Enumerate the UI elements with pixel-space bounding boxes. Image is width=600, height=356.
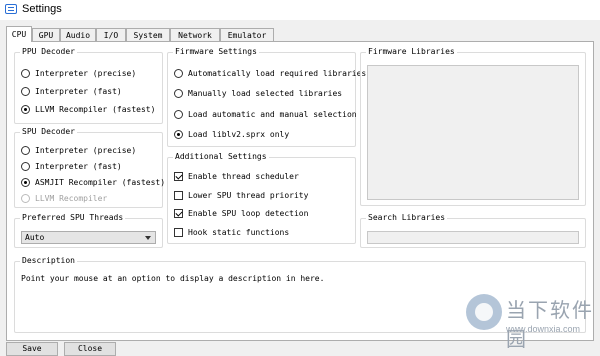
tab-network[interactable]: Network [170,28,220,41]
tab-gpu[interactable]: GPU [32,28,60,41]
spu-threads-group: Preferred SPU Threads Auto [14,212,163,248]
radio-icon [174,69,183,78]
search-libraries-group: Search Libraries [360,212,586,248]
ppu-decoder-title: PPU Decoder [20,46,77,58]
firmware-libraries-group: Firmware Libraries [360,46,586,206]
radio-selected-icon [21,178,30,187]
radio-icon [21,69,30,78]
close-button[interactable]: Close [64,342,116,356]
additional-settings-title: Additional Settings [173,151,269,163]
radio-icon [21,146,30,155]
checkbox-checked-icon [174,209,183,218]
radio-disabled-icon [21,194,30,203]
spu-threads-select[interactable]: Auto [21,231,156,244]
tab-cpu[interactable]: CPU [6,26,32,42]
radio-icon [174,89,183,98]
description-text: Point your mouse at an option to display… [21,274,325,283]
radio-selected-icon [21,105,30,114]
save-button[interactable]: Save [6,342,58,356]
firmware-libraries-list[interactable] [367,65,579,200]
tab-system[interactable]: System [126,28,170,41]
firmware-settings-group: Firmware Settings Automatically load req… [167,46,366,147]
checkbox-checked-icon [174,172,183,181]
watermark-logo-icon [466,294,502,330]
chevron-down-icon [145,236,151,240]
search-libraries-title: Search Libraries [366,212,448,224]
tab-io[interactable]: I/O [96,28,126,41]
tab-audio[interactable]: Audio [60,28,96,41]
spu-decoder-title: SPU Decoder [20,126,77,138]
checkbox-icon [174,191,183,200]
radio-icon [21,162,30,171]
title-bar: Settings [0,0,600,20]
radio-icon [21,87,30,96]
additional-settings-group: Additional Settings Enable thread schedu… [167,151,356,244]
spu-threads-value: Auto [25,233,45,242]
search-libraries-input[interactable] [367,231,579,244]
watermark-url: www.downxia.com [506,324,581,334]
radio-selected-icon [174,130,183,139]
ppu-decoder-group: PPU Decoder Interpreter (precise) Interp… [14,46,163,124]
spu-decoder-group: SPU Decoder Interpreter (precise) Interp… [14,126,165,208]
firmware-settings-title: Firmware Settings [173,46,259,58]
checkbox-icon [174,228,183,237]
tab-emulator[interactable]: Emulator [220,28,274,41]
spu-threads-title: Preferred SPU Threads [20,212,126,224]
settings-app-icon [5,4,17,14]
firmware-libraries-title: Firmware Libraries [366,46,457,58]
window-title: Settings [22,3,62,15]
description-title: Description [20,255,77,267]
radio-icon [174,110,183,119]
watermark: 当下软件园 www.downxia.com [466,290,598,351]
watermark-text: 当下软件园 [506,298,594,351]
